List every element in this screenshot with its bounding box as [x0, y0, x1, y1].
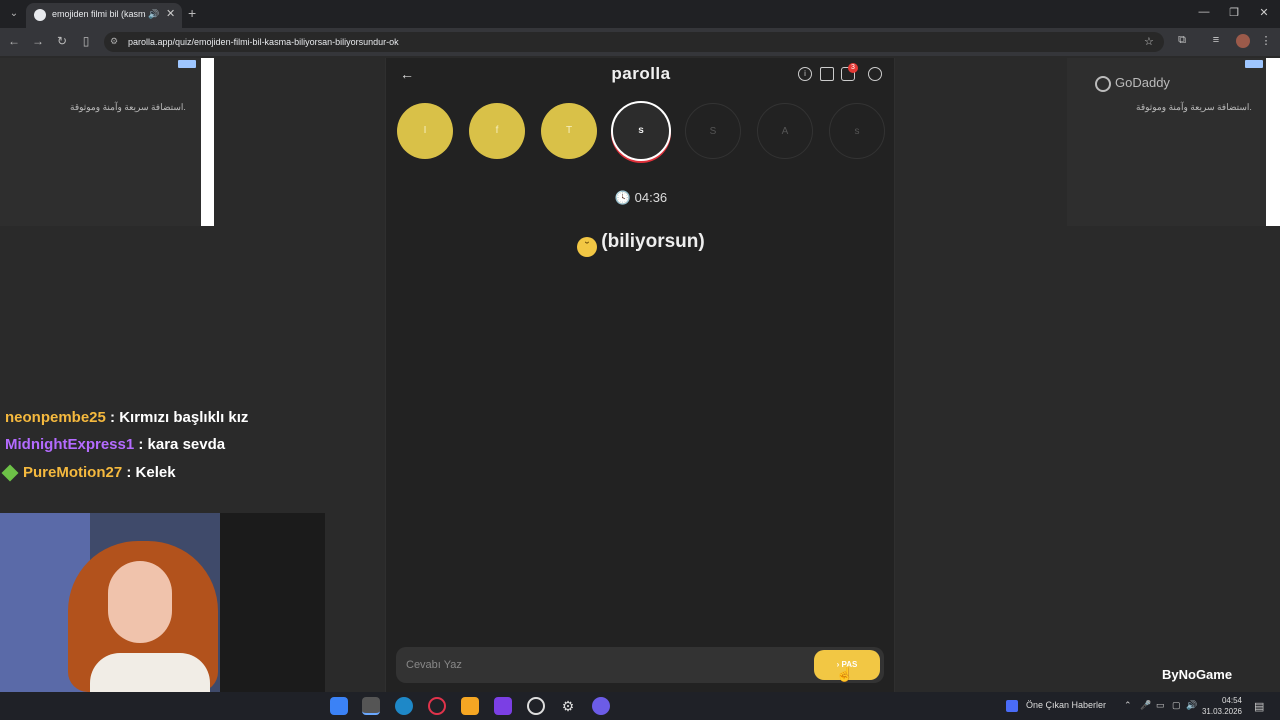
watermark: ByNoGame	[1162, 667, 1233, 682]
letter-circle[interactable]: A	[757, 103, 813, 159]
network-icon[interactable]: ▭	[1156, 700, 1165, 711]
microphone-icon[interactable]: 🎤	[1140, 700, 1151, 711]
app-icon[interactable]	[461, 697, 479, 715]
maximize-icon[interactable]: ❐	[1224, 6, 1244, 19]
ad-brand: GoDaddy	[1115, 75, 1170, 90]
clock[interactable]: 04:54 31.03.2026	[1198, 695, 1242, 717]
bookmark-star-icon[interactable]: ☆	[1144, 35, 1154, 48]
extensions-icon[interactable]: ⧉	[1174, 34, 1190, 47]
timer: 🕓 04:36	[386, 190, 896, 206]
letter-circle[interactable]: T	[541, 103, 597, 159]
tray-expand-icon[interactable]: ⌃	[1124, 700, 1132, 711]
settings-gear-icon[interactable]: ⚙	[559, 697, 577, 715]
url-text: parolla.app/quiz/emojiden-filmi-bil-kasm…	[128, 37, 399, 47]
clock-time: 04:54	[1221, 696, 1242, 705]
chrome-icon[interactable]	[362, 697, 380, 715]
chat-line: neonpembe25 : Kırmızı başlıklı kız	[5, 409, 248, 426]
answer-box: › PAS	[396, 647, 884, 683]
window-close-icon[interactable]: ✕	[1254, 6, 1274, 19]
godaddy-logo-icon	[1095, 76, 1111, 92]
media-controls-icon[interactable]: ≡	[1208, 34, 1224, 46]
streamer-face	[108, 561, 172, 643]
adchoices-icon[interactable]	[178, 60, 196, 68]
ad-banner-left[interactable]: استضافة سريعة وآمنة وموثوقة.	[0, 58, 214, 226]
streamer-shirt	[90, 653, 210, 692]
letter-circle[interactable]: S	[685, 103, 741, 159]
ad-left-text: استضافة سريعة وآمنة وموثوقة.	[70, 102, 186, 112]
chat-message: : Kelek	[122, 464, 176, 481]
file-explorer-icon[interactable]	[330, 697, 348, 715]
game-panel: ← parolla i 3 I f T s S A s 🕓 04:36 ˘ (bi…	[385, 58, 895, 692]
ad-right-text: استضافة سريعة وآمنة وموثوقة.	[1136, 102, 1252, 112]
letter-circle-active[interactable]: s	[611, 101, 671, 161]
chat-line: MidnightExpress1 : kara sevda	[5, 436, 225, 453]
info-icon[interactable]: i	[798, 67, 812, 81]
webcam-feed	[0, 513, 325, 692]
menu-icon[interactable]: ⋮	[1258, 34, 1274, 47]
side-panel-icon[interactable]: ▯	[78, 34, 94, 48]
timer-value: 04:36	[634, 190, 668, 205]
news-icon[interactable]	[1006, 700, 1018, 712]
ad-banner-right[interactable]: GoDaddy استضافة سريعة وآمنة وموثوقة.	[1067, 58, 1280, 226]
browser-tab-bar: ⌄ emojiden filmi bil (kasma b 🔊 ✕ + — ❐ …	[0, 0, 1280, 28]
profile-avatar[interactable]	[1236, 34, 1250, 48]
close-tab-icon[interactable]: ✕	[166, 7, 175, 20]
edge-icon[interactable]	[395, 697, 413, 715]
clue: ˘ (biliyorsun)	[386, 231, 896, 257]
taskbar: ⚙ Öne Çıkan Haberler ⌃ 🎤 ▭ ▢ 🔊 04:54 31.…	[0, 692, 1280, 720]
obs-icon[interactable]	[527, 697, 545, 715]
discord-icon[interactable]	[592, 697, 610, 715]
opera-icon[interactable]	[428, 697, 446, 715]
letter-circle[interactable]: s	[829, 103, 885, 159]
chat-line: PureMotion27 : Kelek	[23, 464, 176, 481]
chat-message: : Kırmızı başlıklı kız	[105, 409, 249, 426]
reload-icon[interactable]: ↻	[54, 34, 70, 48]
mouse-cursor-icon: ☝	[836, 666, 854, 682]
back-icon[interactable]: ←	[6, 34, 22, 48]
site-info-icon[interactable]: ⚙	[110, 36, 118, 47]
chat-message: : kara sevda	[134, 436, 226, 453]
display-icon[interactable]: ▢	[1172, 700, 1181, 711]
tab-search-icon[interactable]: ⌄	[6, 6, 22, 22]
volume-icon[interactable]: 🔊	[1186, 700, 1197, 711]
letter-circle[interactable]: f	[469, 103, 525, 159]
clock-icon: 🕓	[614, 190, 631, 205]
clue-text: (biliyorsun)	[601, 231, 705, 252]
news-label[interactable]: Öne Çıkan Haberler	[1026, 700, 1106, 710]
url-field[interactable]: ⚙ parolla.app/quiz/emojiden-filmi-bil-ka…	[104, 32, 1164, 52]
twitch-icon[interactable]	[494, 697, 512, 715]
new-tab-icon[interactable]: +	[188, 5, 196, 21]
chat-username: MidnightExpress1	[5, 436, 135, 453]
worried-face-icon: ˘	[577, 237, 598, 257]
adchoices-icon[interactable]	[1245, 60, 1263, 68]
address-bar-row: ← → ↻ ▯ ⚙ parolla.app/quiz/emojiden-film…	[0, 28, 1280, 56]
account-icon[interactable]	[868, 67, 882, 81]
notification-center-icon[interactable]: ▤	[1254, 700, 1264, 713]
answer-input[interactable]	[406, 657, 806, 673]
notification-badge: 3	[848, 63, 858, 73]
tab-title: emojiden filmi bil (kasma b	[52, 9, 146, 19]
chat-username: PureMotion27	[23, 464, 123, 481]
leaderboard-icon[interactable]	[820, 67, 834, 81]
forward-icon[interactable]: →	[30, 34, 46, 48]
clock-date: 31.03.2026	[1201, 707, 1242, 716]
browser-tab[interactable]: emojiden filmi bil (kasma b 🔊 ✕	[26, 3, 182, 28]
minimize-icon[interactable]: —	[1194, 6, 1214, 18]
chat-username: neonpembe25	[5, 409, 106, 426]
favicon-icon	[34, 9, 46, 21]
speaker-icon[interactable]: 🔊	[148, 9, 159, 20]
letter-circle[interactable]: I	[397, 103, 453, 159]
